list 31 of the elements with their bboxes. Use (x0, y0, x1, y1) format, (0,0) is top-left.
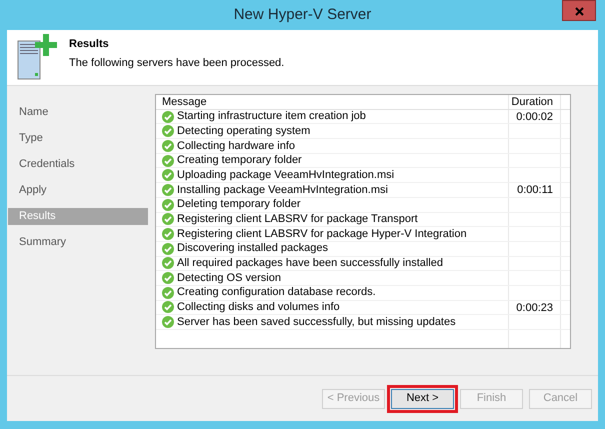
column-header[interactable]: Duration (509, 95, 561, 109)
server-add-icon (17, 34, 57, 80)
table-cell: 0:00:02 (516, 110, 553, 123)
table-cell: Collecting hardware info (177, 138, 296, 154)
table-cell: Registering client LABSRV for package Transport (177, 212, 418, 227)
table-cell: Registering client LABSRV for package Hyper-V Integration (177, 226, 467, 242)
table-cell: Creating configuration database records. (177, 285, 376, 300)
wizard-step[interactable]: Name (8, 104, 148, 121)
wizard-step[interactable]: Apply (8, 182, 148, 199)
window-title: New Hyper-V Server (234, 4, 372, 25)
table-cell: Detecting OS version (177, 270, 281, 286)
table-cell: Server has been saved successfully, but missing updates (177, 314, 456, 330)
table-cell: Installing package VeeamHvIntegration.msi (177, 182, 388, 198)
page-subtitle: The following servers have been processed. (69, 56, 284, 72)
table-cell: Deleting temporary folder (177, 197, 301, 212)
column-header[interactable]: Message (156, 95, 509, 109)
table-cell: Uploading package VeeamHvIntegration.msi (177, 168, 394, 183)
close-icon (574, 6, 584, 16)
page-title: Results (69, 37, 110, 52)
table-cell: Collecting disks and volumes info (177, 300, 340, 315)
wizard-step[interactable]: Credentials (8, 156, 148, 173)
table-cell: Creating temporary folder (177, 153, 302, 168)
wizard-step[interactable]: Type (8, 130, 148, 147)
table-cell: Discovering installed packages (177, 241, 328, 256)
table-cell: All required packages have been successfully installed (177, 256, 443, 271)
wizard-step[interactable]: Summary (8, 234, 148, 251)
table-cell: 0:00:11 (517, 184, 553, 196)
table-cell: Starting infrastructure item creation job (177, 109, 366, 124)
table-cell: 0:00:23 (516, 302, 553, 314)
table-cell: Detecting operating system (177, 124, 310, 139)
close-button[interactable] (562, 0, 596, 21)
